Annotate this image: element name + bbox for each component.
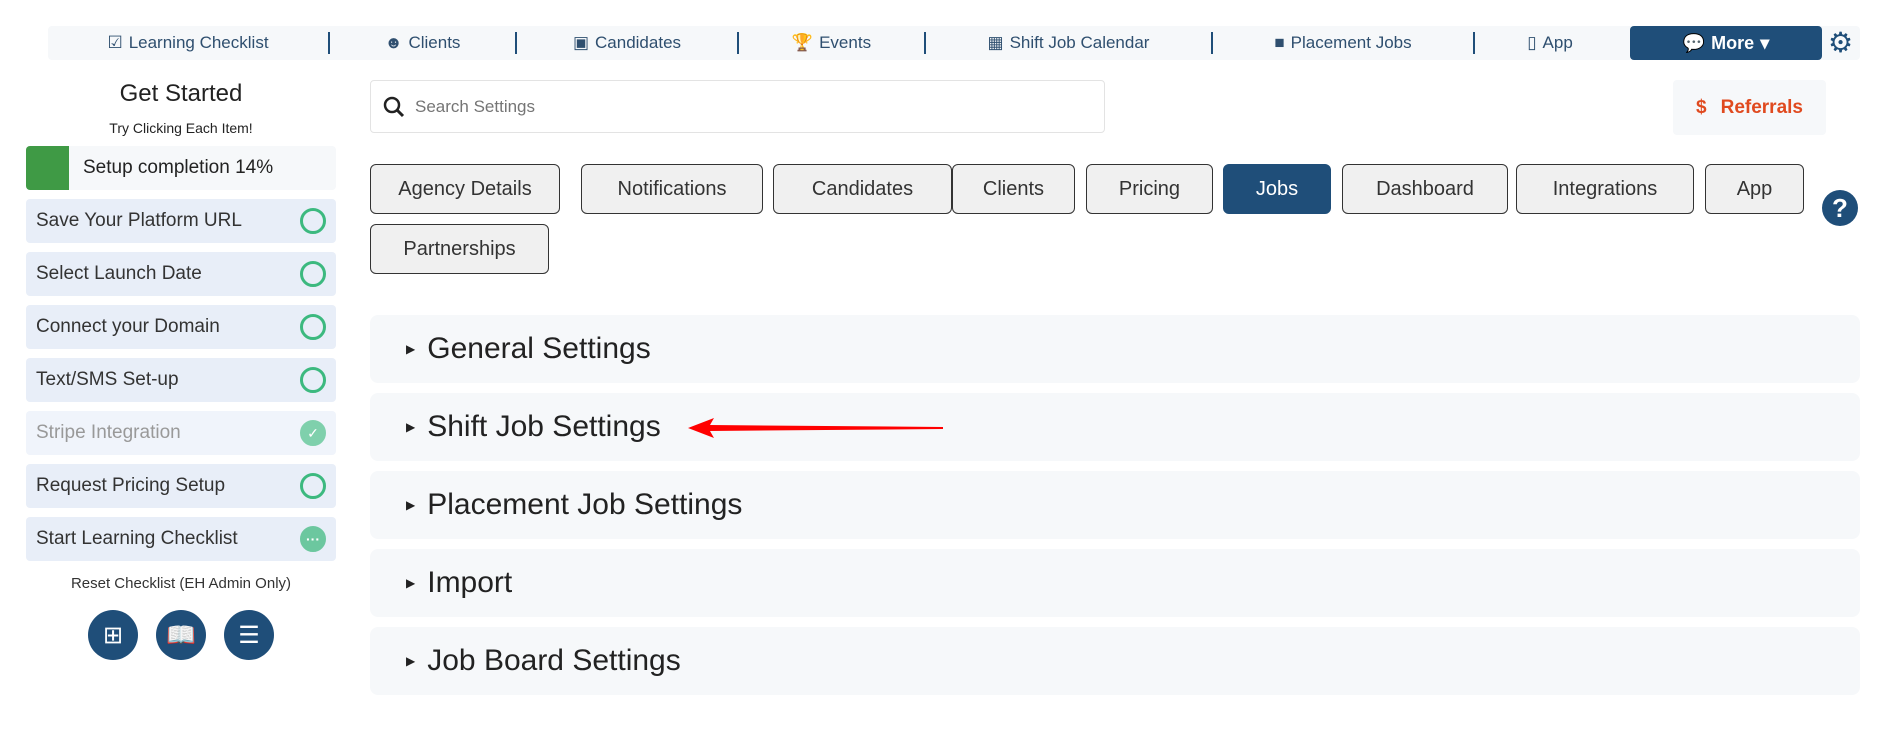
nav-label: App: [1542, 33, 1573, 52]
section-label: Placement Job Settings: [427, 488, 743, 521]
caret-right-icon: ▶: [406, 576, 416, 590]
nav-events[interactable]: 🏆 Events: [739, 26, 924, 60]
item-label: Select Launch Date: [36, 263, 202, 284]
checklist-item-launch-date[interactable]: Select Launch Date: [26, 252, 336, 296]
checklist-icon: ☑: [107, 33, 123, 52]
tab-dashboard[interactable]: Dashboard: [1342, 164, 1508, 214]
briefcase-icon: ■: [1274, 33, 1285, 52]
trophy-icon: 🏆: [791, 33, 814, 52]
top-nav: ☑ Learning Checklist ☻ Clients ▣ Candidates…: [48, 26, 1860, 60]
tab-jobs[interactable]: Jobs: [1223, 164, 1331, 214]
help-icon[interactable]: ?: [1822, 190, 1858, 226]
tab-app[interactable]: App: [1705, 164, 1804, 214]
checklist-item-pricing[interactable]: Request Pricing Setup: [26, 464, 336, 508]
clients-icon: ☻: [384, 33, 403, 52]
tab-agency-details[interactable]: Agency Details: [370, 164, 560, 214]
item-label: Connect your Domain: [36, 316, 220, 337]
nav-label: Events: [819, 33, 872, 52]
circle-icon: [300, 314, 326, 340]
search-settings: [370, 80, 1105, 133]
search-icon: [383, 96, 405, 117]
nav-clients[interactable]: ☻ Clients: [330, 26, 515, 60]
ellipsis-circle-icon: ···: [300, 526, 326, 552]
setup-progress: Setup completion 14%: [26, 146, 336, 190]
reset-checklist-link[interactable]: Reset Checklist (EH Admin Only): [26, 575, 336, 592]
item-label: Stripe Integration: [36, 422, 181, 443]
tab-integrations[interactable]: Integrations: [1516, 164, 1694, 214]
checklist-item-sms[interactable]: Text/SMS Set-up: [26, 358, 336, 402]
section-job-board-settings[interactable]: ▶ Job Board Settings: [370, 627, 1860, 695]
nav-label: Shift Job Calendar: [1009, 33, 1150, 52]
nav-learning-checklist[interactable]: ☑ Learning Checklist: [48, 26, 328, 60]
nav-placement-jobs[interactable]: ■ Placement Jobs: [1213, 26, 1473, 60]
section-label: Shift Job Settings: [427, 410, 661, 443]
section-placement-job-settings[interactable]: ▶ Placement Job Settings: [370, 471, 1860, 539]
more-label: More: [1711, 32, 1755, 53]
circle-icon: [300, 473, 326, 499]
gear-icon[interactable]: ⚙: [1828, 28, 1853, 58]
caret-right-icon: ▶: [406, 654, 416, 668]
nav-label: Learning Checklist: [128, 33, 269, 52]
chat-icon: 💬: [1682, 32, 1706, 53]
section-label: Import: [427, 566, 513, 599]
phone-icon: ▯: [1527, 33, 1537, 52]
referrals-button[interactable]: $ Referrals: [1673, 80, 1826, 135]
item-label: Text/SMS Set-up: [36, 369, 179, 390]
checklist-item-stripe[interactable]: Stripe Integration ✓: [26, 411, 336, 455]
item-label: Request Pricing Setup: [36, 475, 226, 496]
nav-label: Placement Jobs: [1290, 33, 1412, 52]
nav-label: Candidates: [595, 33, 682, 52]
sitemap-icon[interactable]: ⊞: [88, 610, 138, 660]
badge-icon: ▣: [572, 33, 590, 52]
section-label: General Settings: [427, 332, 651, 365]
setup-sidebar: Get Started Try Clicking Each Item! Setu…: [26, 80, 336, 660]
item-label: Start Learning Checklist: [36, 528, 238, 549]
caret-right-icon: ▶: [406, 498, 416, 512]
section-general-settings[interactable]: ▶ General Settings: [370, 315, 1860, 383]
search-input[interactable]: [415, 96, 1065, 117]
dollar-icon: $: [1696, 96, 1707, 118]
tab-candidates[interactable]: Candidates: [773, 164, 952, 214]
checklist-item-domain[interactable]: Connect your Domain: [26, 305, 336, 349]
tab-notifications[interactable]: Notifications: [581, 164, 763, 214]
checklist-item-learning[interactable]: Start Learning Checklist ···: [26, 517, 336, 561]
progress-label: Setup completion 14%: [83, 157, 274, 178]
nav-shift-job-calendar[interactable]: ▦ Shift Job Calendar: [926, 26, 1211, 60]
nav-label: Clients: [408, 33, 461, 52]
caret-down-icon: ▾: [1760, 32, 1770, 53]
tab-pricing[interactable]: Pricing: [1086, 164, 1213, 214]
check-circle-icon: ✓: [300, 420, 326, 446]
book-icon[interactable]: 📖: [156, 610, 206, 660]
circle-icon: [300, 208, 326, 234]
nav-app[interactable]: ▯ App: [1475, 26, 1625, 60]
section-import[interactable]: ▶ Import: [370, 549, 1860, 617]
calendar-icon: ▦: [987, 33, 1004, 52]
caret-right-icon: ▶: [406, 420, 416, 434]
more-button[interactable]: 💬 More ▾: [1630, 26, 1822, 60]
tab-clients[interactable]: Clients: [952, 164, 1075, 214]
circle-icon: [300, 367, 326, 393]
caret-right-icon: ▶: [406, 342, 416, 356]
sidebar-title: Get Started: [119, 80, 243, 107]
checklist-icon[interactable]: ☰: [224, 610, 274, 660]
sidebar-subtitle: Try Clicking Each Item!: [109, 120, 253, 136]
nav-candidates[interactable]: ▣ Candidates: [517, 26, 737, 60]
section-label: Job Board Settings: [427, 644, 681, 677]
item-label: Save Your Platform URL: [36, 210, 242, 231]
annotation-arrow-icon: [688, 418, 943, 438]
checklist-item-platform-url[interactable]: Save Your Platform URL: [26, 199, 336, 243]
progress-fill: [26, 146, 69, 190]
tab-partnerships[interactable]: Partnerships: [370, 224, 549, 274]
referrals-label: Referrals: [1720, 96, 1803, 118]
circle-icon: [300, 261, 326, 287]
section-shift-job-settings[interactable]: ▶ Shift Job Settings: [370, 393, 1860, 461]
